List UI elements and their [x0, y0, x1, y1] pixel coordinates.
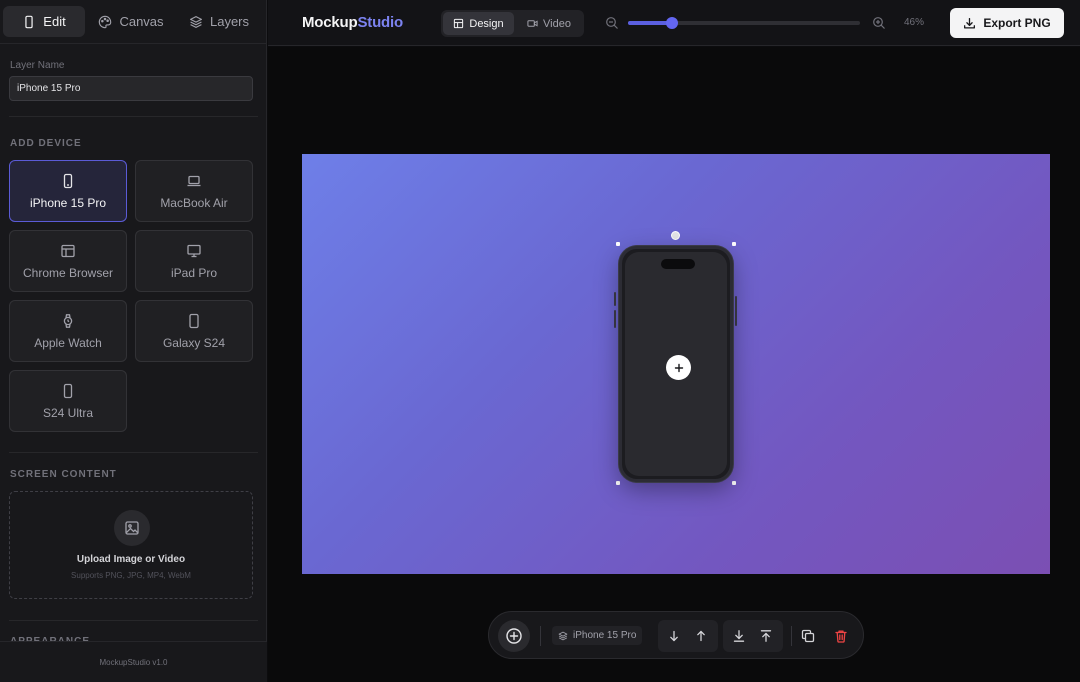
tab-canvas-label: Canvas	[119, 14, 164, 29]
phone-icon	[25, 15, 33, 28]
zoom-slider[interactable]	[628, 17, 860, 29]
selection-handle[interactable]	[616, 481, 620, 485]
dynamic-island	[661, 259, 695, 269]
phone-side-button	[735, 296, 737, 326]
video-mode-label: Video	[543, 17, 571, 30]
selection-handle[interactable]	[732, 481, 736, 485]
divider	[9, 452, 258, 453]
device-card-galaxy-s24[interactable]: Galaxy S24	[135, 300, 253, 362]
tab-layers-label: Layers	[209, 14, 250, 29]
video-icon	[527, 20, 538, 27]
image-icon	[125, 521, 139, 535]
phone-side-button	[614, 292, 616, 306]
smartphone-icon	[63, 173, 73, 188]
toolbar-separator	[540, 626, 541, 646]
device-label: iPad Pro	[170, 265, 218, 280]
upload-dropzone[interactable]: Upload Image or Video Supports PNG, JPG,…	[9, 491, 253, 599]
design-icon	[454, 18, 464, 29]
iphone-mockup[interactable]	[619, 246, 733, 482]
logo-accent: Studio	[357, 14, 403, 31]
send-to-back-icon[interactable]	[732, 629, 746, 643]
device-card-iphone-15-pro[interactable]: iPhone 15 Pro	[9, 160, 127, 222]
selected-layer-chip[interactable]: iPhone 15 Pro	[552, 626, 643, 645]
device-card-chrome-browser[interactable]: Chrome Browser	[9, 230, 127, 292]
plus-circle-icon	[506, 628, 522, 644]
duplicate-icon[interactable]	[801, 629, 815, 643]
layers-icon	[558, 631, 568, 640]
arrow-up-icon[interactable]	[694, 629, 708, 643]
divider	[9, 620, 258, 621]
monitor-icon	[187, 244, 201, 257]
logo-main: Mockup	[302, 14, 358, 31]
delete-icon[interactable]	[834, 629, 848, 643]
download-icon	[964, 17, 976, 29]
arrow-down-icon[interactable]	[667, 629, 681, 643]
phone-screen[interactable]	[625, 252, 727, 476]
mode-toggle: Design Video	[441, 10, 584, 37]
add-device-title: ADD DEVICE	[10, 138, 82, 149]
selection-handle[interactable]	[732, 242, 736, 246]
zoom-in-icon[interactable]	[872, 16, 886, 30]
selection-handle[interactable]	[616, 242, 620, 246]
watch-icon	[63, 313, 73, 328]
layer-name-label: Layer Name	[10, 60, 65, 71]
device-label: Galaxy S24	[162, 335, 226, 350]
device-card-macbook-air[interactable]: MacBook Air	[135, 160, 253, 222]
tab-layers[interactable]: Layers	[180, 6, 258, 37]
sidebar-footer: MockupStudio v1.0	[0, 641, 267, 682]
zoom-percent-label: 46%	[904, 17, 925, 28]
device-label: Apple Watch	[34, 335, 102, 350]
device-card-ipad-pro[interactable]: iPad Pro	[135, 230, 253, 292]
video-mode-button[interactable]: Video	[517, 12, 581, 35]
upload-title: Upload Image or Video	[76, 554, 186, 565]
smartphone-icon	[63, 383, 73, 398]
phone-side-button	[614, 310, 616, 328]
device-card-s24-ultra[interactable]: S24 Ultra	[9, 370, 127, 432]
upload-icon-circle	[114, 510, 150, 546]
add-layer-button[interactable]	[498, 620, 530, 652]
tab-edit-label: Edit	[43, 14, 66, 29]
zoom-out-icon[interactable]	[605, 16, 619, 30]
device-label: Chrome Browser	[22, 265, 114, 280]
layer-name-input[interactable]	[9, 76, 253, 101]
browser-icon	[61, 244, 75, 257]
sidebar: Edit Canvas Layers Layer Name ADD DEVICE…	[0, 0, 267, 682]
export-label: Export PNG	[983, 16, 1051, 30]
floating-toolbar: iPhone 15 Pro	[488, 611, 864, 659]
send-layer-group	[723, 620, 783, 652]
toolbar-separator	[791, 626, 792, 646]
divider	[9, 116, 258, 117]
selected-layer-name: iPhone 15 Pro	[573, 630, 637, 641]
design-mode-button[interactable]: Design	[443, 12, 514, 35]
app-logo: MockupStudio	[302, 14, 403, 31]
layers-icon	[189, 15, 202, 28]
move-layer-group	[658, 620, 718, 652]
version-label: MockupStudio v1.0	[99, 657, 168, 667]
device-label: S24 Ultra	[42, 405, 94, 420]
upload-subtitle: Supports PNG, JPG, MP4, WebM	[71, 571, 191, 580]
rotate-handle[interactable]	[671, 231, 680, 240]
plus-icon	[674, 363, 683, 372]
device-card-apple-watch[interactable]: Apple Watch	[9, 300, 127, 362]
add-screen-content-button[interactable]	[666, 355, 691, 380]
tablet-icon	[189, 313, 199, 328]
zoom-slider-thumb[interactable]	[665, 17, 678, 29]
palette-icon	[99, 15, 112, 28]
device-label: MacBook Air	[160, 195, 228, 210]
tab-canvas[interactable]: Canvas	[92, 6, 170, 37]
topbar: MockupStudio Design Video 46% Export PNG	[268, 0, 1080, 46]
screen-content-title: SCREEN CONTENT	[10, 469, 117, 480]
design-mode-label: Design	[469, 17, 504, 30]
laptop-icon	[187, 175, 201, 186]
device-label: iPhone 15 Pro	[29, 195, 107, 210]
sidebar-tabs: Edit Canvas Layers	[0, 0, 267, 44]
export-png-button[interactable]: Export PNG	[950, 8, 1064, 38]
bring-to-front-icon[interactable]	[759, 629, 773, 643]
tab-edit[interactable]: Edit	[3, 6, 85, 37]
